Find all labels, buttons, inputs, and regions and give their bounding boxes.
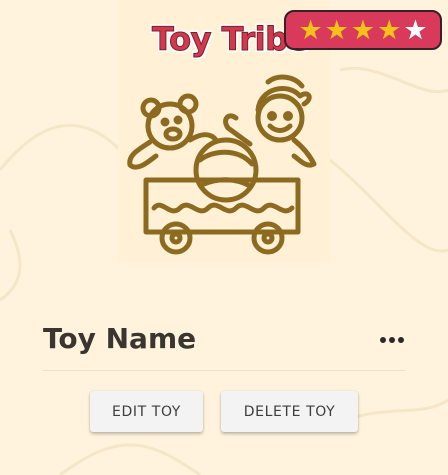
toy-card: Toy Tribe ★ ★ ★ ★ ★ Toy Name EDIT TOY DE… [0, 0, 448, 475]
delete-toy-button[interactable]: DELETE TOY [221, 391, 358, 432]
more-horizontal-icon [398, 337, 404, 343]
star-icon: ★ [377, 14, 402, 46]
more-horizontal-icon [389, 337, 395, 343]
star-icon: ★ [298, 14, 323, 46]
rating-badge: ★ ★ ★ ★ ★ [284, 10, 442, 50]
edit-toy-button[interactable]: EDIT TOY [90, 391, 203, 432]
more-options-button[interactable] [374, 326, 410, 354]
star-icon: ★ [324, 14, 349, 46]
toy-wagon-icon [127, 74, 317, 255]
star-icon: ★ [350, 14, 376, 46]
toy-name-title: Toy Name [43, 322, 197, 355]
divider [43, 370, 405, 371]
star-empty-icon: ★ [403, 14, 428, 46]
more-horizontal-icon [380, 337, 386, 343]
